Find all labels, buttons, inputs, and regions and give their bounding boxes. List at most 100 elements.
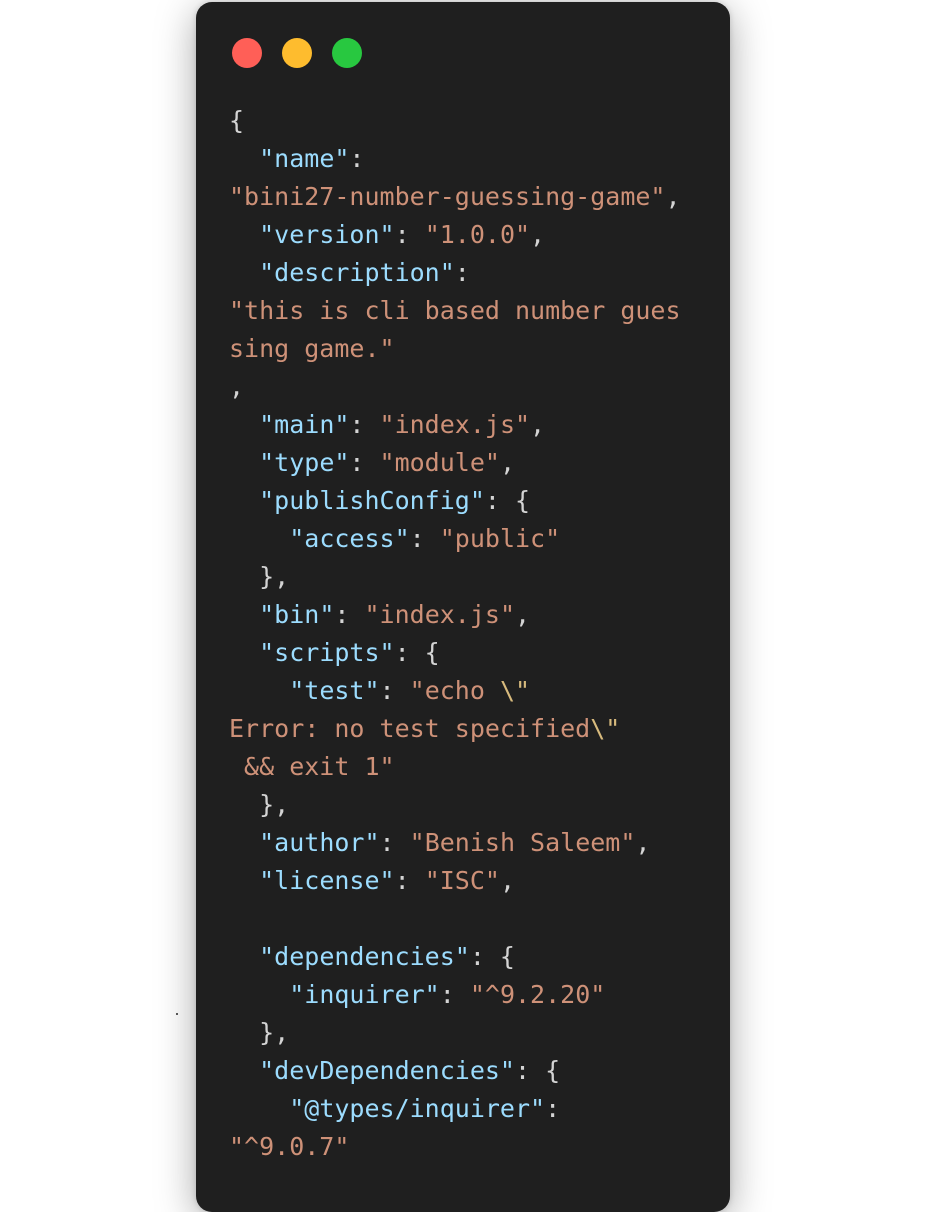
json-punctuation — [229, 220, 259, 249]
json-punctuation: : — [394, 866, 425, 895]
json-punctuation — [229, 638, 259, 667]
json-key: "inquirer" — [289, 980, 440, 1009]
json-punctuation: , — [229, 372, 245, 401]
json-string: "Benish Saleem" — [409, 828, 636, 857]
json-punctuation: , — [530, 220, 546, 249]
code-line: "scripts": { — [229, 634, 681, 672]
code-line: }, — [229, 1014, 681, 1052]
json-punctuation: }, — [229, 562, 290, 591]
json-punctuation: : — [334, 600, 365, 629]
code-window: { "name": "bini27-number-guessing-game", … — [196, 2, 730, 1212]
code-line: && exit 1" — [229, 748, 681, 786]
json-punctuation: : { — [469, 942, 515, 971]
json-string: "^9.0.7" — [229, 1132, 350, 1161]
json-string: Error: no test specified — [229, 714, 591, 743]
json-punctuation: : — [545, 1094, 561, 1123]
json-punctuation: : { — [484, 486, 531, 515]
stray-dot — [176, 1013, 178, 1015]
json-punctuation — [229, 524, 289, 553]
json-key: "publishConfig" — [259, 486, 485, 515]
code-line: Error: no test specified\" — [229, 710, 681, 748]
json-key: "version" — [259, 220, 395, 249]
json-punctuation — [229, 600, 259, 629]
json-string: "this is cli based number gues — [229, 296, 681, 325]
code-line: "license": "ISC", — [229, 862, 681, 900]
code-line: "test": "echo \" — [229, 672, 681, 710]
json-punctuation: : — [439, 980, 470, 1009]
json-punctuation: : — [409, 524, 440, 553]
json-string: "index.js" — [364, 600, 515, 629]
json-key: "author" — [259, 828, 380, 857]
close-dot-icon[interactable] — [232, 38, 262, 68]
json-punctuation — [229, 144, 259, 173]
json-string: && exit 1" — [229, 752, 395, 781]
code-line: }, — [229, 786, 681, 824]
json-string: sing game." — [229, 334, 395, 363]
code-line: { — [229, 102, 681, 140]
code-line: sing game." — [229, 330, 681, 368]
json-punctuation: : { — [394, 638, 440, 667]
code-line: "version": "1.0.0", — [229, 216, 681, 254]
json-key: "devDependencies" — [259, 1056, 515, 1085]
code-line: "publishConfig": { — [229, 482, 681, 520]
code-line: "^9.0.7" — [229, 1128, 681, 1166]
code-line: "author": "Benish Saleem", — [229, 824, 681, 862]
json-string: "public" — [439, 524, 561, 553]
code-line: "this is cli based number gues — [229, 292, 681, 330]
json-punctuation: , — [499, 448, 516, 477]
json-punctuation: : — [349, 144, 365, 173]
code-line: "bini27-number-guessing-game", — [229, 178, 681, 216]
code-line: "devDependencies": { — [229, 1052, 681, 1090]
json-string: "echo — [409, 676, 500, 705]
code-line: , — [229, 368, 681, 406]
code-line: "access": "public" — [229, 520, 681, 558]
json-escape: \" — [590, 714, 621, 743]
maximize-dot-icon[interactable] — [332, 38, 362, 68]
json-punctuation — [229, 1094, 289, 1123]
json-punctuation — [229, 866, 259, 895]
json-string: "1.0.0" — [424, 220, 531, 249]
json-key: "license" — [259, 866, 395, 895]
json-key: "bin" — [259, 600, 335, 629]
code-line: "bin": "index.js", — [229, 596, 681, 634]
json-string: "module" — [379, 448, 500, 477]
code-line: "description": — [229, 254, 681, 292]
json-punctuation: : — [454, 258, 470, 287]
json-key: "@types/inquirer" — [289, 1094, 546, 1123]
json-string: "^9.2.20" — [469, 980, 606, 1009]
code-block: { "name": "bini27-number-guessing-game", … — [229, 102, 681, 1166]
json-punctuation: : — [349, 410, 380, 439]
code-line: "type": "module", — [229, 444, 681, 482]
json-key: "name" — [259, 144, 350, 173]
json-punctuation: : — [394, 220, 425, 249]
json-punctuation: , — [530, 410, 546, 439]
json-punctuation: { — [229, 106, 245, 135]
json-punctuation — [229, 676, 289, 705]
code-line: "@types/inquirer": — [229, 1090, 681, 1128]
json-string: "index.js" — [379, 410, 531, 439]
json-punctuation: : — [379, 828, 410, 857]
code-line: "main": "index.js", — [229, 406, 681, 444]
json-punctuation — [229, 486, 259, 515]
json-key: "type" — [259, 448, 350, 477]
json-punctuation — [229, 942, 259, 971]
json-punctuation — [229, 980, 289, 1009]
json-key: "test" — [289, 676, 380, 705]
json-punctuation — [229, 410, 259, 439]
json-key: "scripts" — [259, 638, 395, 667]
json-string: "ISC" — [424, 866, 500, 895]
code-line: }, — [229, 558, 681, 596]
json-punctuation — [229, 448, 259, 477]
json-punctuation: : { — [514, 1056, 561, 1085]
json-punctuation: : — [379, 676, 410, 705]
json-punctuation — [229, 258, 259, 287]
json-punctuation: , — [515, 600, 531, 629]
json-key: "main" — [259, 410, 350, 439]
code-line: "name": — [229, 140, 681, 178]
minimize-dot-icon[interactable] — [282, 38, 312, 68]
json-punctuation: , — [635, 828, 651, 857]
json-punctuation: }, — [229, 1018, 290, 1047]
json-key: "access" — [289, 524, 410, 553]
json-punctuation: , — [665, 182, 681, 211]
